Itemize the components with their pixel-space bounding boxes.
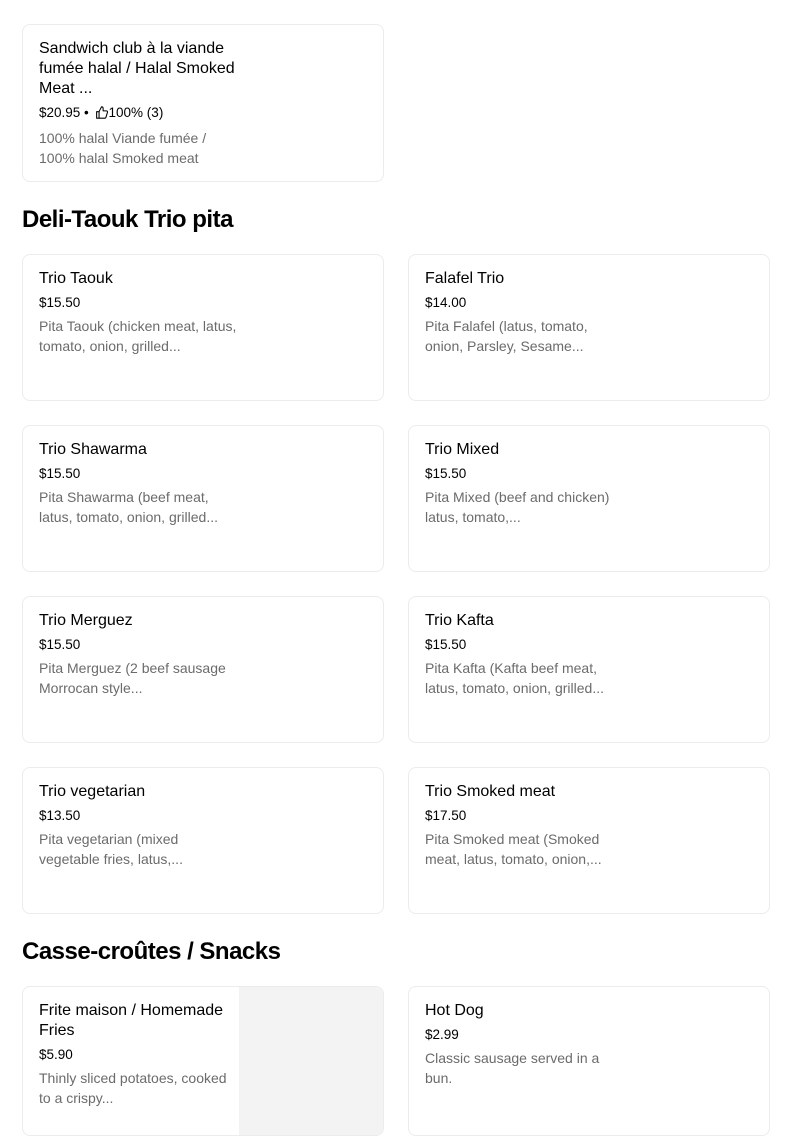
menu-item-card[interactable]: Trio Taouk $15.50 Pita Taouk (chicken me… bbox=[22, 254, 384, 401]
item-description: Pita Falafel (latus, tomato, onion, Pars… bbox=[425, 318, 588, 354]
item-price: $2.99 bbox=[425, 1027, 459, 1042]
item-name: Trio Mixed bbox=[425, 441, 500, 458]
item-price: $15.50 bbox=[39, 637, 81, 652]
item-price: $14.00 bbox=[425, 295, 467, 310]
menu-item-card[interactable]: Trio Smoked meat $17.50 Pita Smoked meat… bbox=[408, 767, 770, 914]
item-name: Hot Dog bbox=[425, 1002, 484, 1019]
item-name: Trio Taouk bbox=[39, 270, 113, 287]
item-name: Falafel Trio bbox=[425, 270, 505, 287]
item-description: Pita Merguez (2 beef sausage Morrocan st… bbox=[39, 660, 226, 696]
item-name: Trio Merguez bbox=[39, 612, 133, 629]
item-price: $13.50 bbox=[39, 808, 81, 823]
item-rating: 100% (3) bbox=[108, 105, 164, 120]
menu-item-card[interactable]: Sandwich club à la viande fumée halal / … bbox=[22, 24, 384, 182]
item-name: Sandwich club à la viande fumée halal / … bbox=[39, 40, 235, 97]
item-name: Trio Shawarma bbox=[39, 441, 147, 458]
item-price: $15.50 bbox=[425, 637, 467, 652]
menu-item-card[interactable]: Trio vegetarian $13.50 Pita vegetarian (… bbox=[22, 767, 384, 914]
item-price: $15.50 bbox=[39, 295, 81, 310]
item-image bbox=[239, 987, 383, 1135]
item-description: 100% halal Viande fumée / 100% halal Smo… bbox=[39, 130, 207, 166]
menu-item-card[interactable]: Hot Dog $2.99 Classic sausage served in … bbox=[408, 986, 770, 1136]
item-description: Thinly sliced potatoes, cooked to a cris… bbox=[39, 1070, 227, 1106]
menu-item-card[interactable]: Trio Mixed $15.50 Pita Mixed (beef and c… bbox=[408, 425, 770, 572]
item-description: Classic sausage served in a bun. bbox=[425, 1050, 600, 1086]
item-price: $15.50 bbox=[39, 466, 81, 481]
menu-item-card[interactable]: Trio Merguez $15.50 Pita Merguez (2 beef… bbox=[22, 596, 384, 743]
item-name: Trio Kafta bbox=[425, 612, 494, 629]
menu-item-card[interactable]: Trio Kafta $15.50 Pita Kafta (Kafta beef… bbox=[408, 596, 770, 743]
item-name: Frite maison / Homemade Fries bbox=[39, 1002, 224, 1039]
item-description: Pita Taouk (chicken meat, latus, tomato,… bbox=[39, 318, 237, 354]
item-description: Pita Shawarma (beef meat, latus, tomato,… bbox=[39, 489, 218, 525]
menu-item-card[interactable]: Falafel Trio $14.00 Pita Falafel (latus,… bbox=[408, 254, 770, 401]
item-description: Pita Smoked meat (Smoked meat, latus, to… bbox=[425, 831, 602, 867]
item-price: $15.50 bbox=[425, 466, 467, 481]
item-price: $20.95 bbox=[39, 105, 81, 120]
menu-item-card[interactable]: Frite maison / Homemade Fries $5.90 Thin… bbox=[22, 986, 384, 1136]
item-description: Pita vegetarian (mixed vegetable fries, … bbox=[39, 831, 183, 867]
item-price: $17.50 bbox=[425, 808, 467, 823]
item-description: Pita Mixed (beef and chicken) latus, tom… bbox=[425, 489, 610, 525]
item-price: $5.90 bbox=[39, 1047, 73, 1062]
item-price-rating: $20.95 • 100% (3) bbox=[39, 104, 239, 124]
item-name: Trio Smoked meat bbox=[425, 783, 556, 800]
item-description: Pita Kafta (Kafta beef meat, latus, toma… bbox=[425, 660, 604, 696]
item-name: Trio vegetarian bbox=[39, 783, 146, 800]
thumbs-up-icon bbox=[95, 106, 108, 124]
section-title: Deli-Taouk Trio pita bbox=[22, 206, 233, 233]
section-title: Casse-croûtes / Snacks bbox=[22, 938, 281, 965]
menu-item-card[interactable]: Trio Shawarma $15.50 Pita Shawarma (beef… bbox=[22, 425, 384, 572]
